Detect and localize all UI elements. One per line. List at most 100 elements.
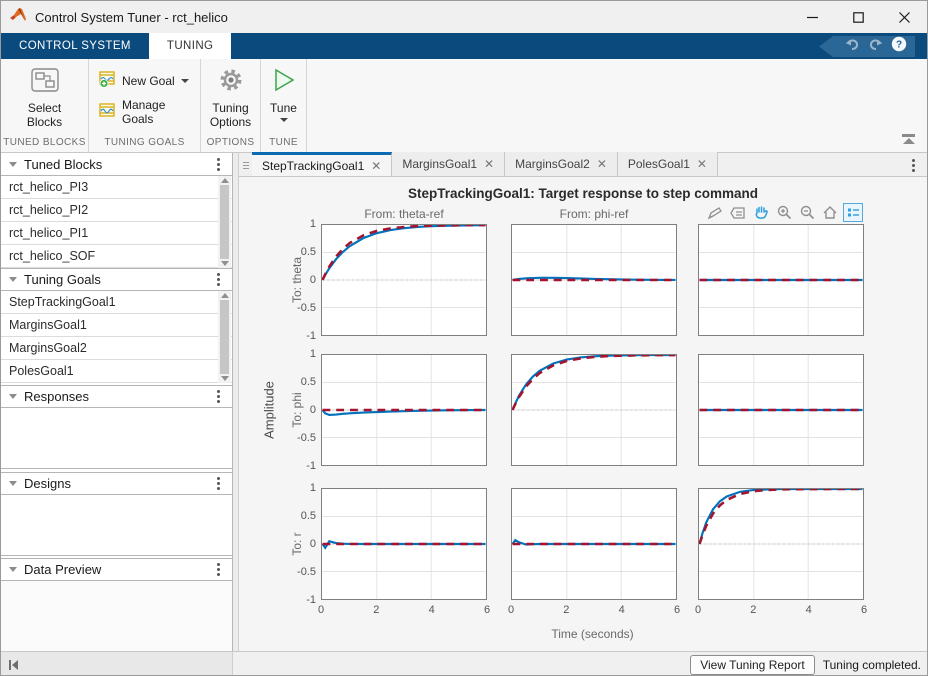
doc-tab-label: MarginsGoal1 xyxy=(402,157,477,171)
home-icon[interactable] xyxy=(820,203,840,222)
subplot-theta-from-theta-ref[interactable] xyxy=(321,224,487,336)
subplot-phi-from-r-ref[interactable] xyxy=(698,354,864,466)
subplot-phi-from-theta-ref[interactable] xyxy=(321,354,487,466)
close-tab-icon[interactable]: ✕ xyxy=(371,159,381,173)
legend-toggle-icon[interactable] xyxy=(843,203,863,222)
list-item[interactable]: rct_helico_PI3 xyxy=(1,176,232,199)
panel-menu-icon[interactable] xyxy=(213,388,224,405)
document-tab-bar: StepTrackingGoal1 ✕ MarginsGoal1 ✕ Margi… xyxy=(239,153,927,177)
undo-icon[interactable] xyxy=(845,38,860,56)
tab-control-system[interactable]: CONTROL SYSTEM xyxy=(1,33,149,59)
collapse-panel-icon xyxy=(9,394,17,399)
manage-goals-label: Manage Goals xyxy=(122,98,190,126)
panel-menu-icon[interactable] xyxy=(213,561,224,578)
panel-menu-icon[interactable] xyxy=(213,271,224,288)
panel-title-tuning-goals: Tuning Goals xyxy=(24,272,206,287)
subplot-r-from-phi-ref[interactable] xyxy=(511,488,677,600)
collapse-ribbon-icon[interactable] xyxy=(902,134,915,144)
tuning-options-label: Tuning Options xyxy=(208,101,254,130)
doc-tab-marginsgoal2[interactable]: MarginsGoal2 ✕ xyxy=(505,152,618,176)
panel-header-tuning-goals[interactable]: Tuning Goals xyxy=(1,268,232,291)
subplot-theta-from-r-ref[interactable] xyxy=(698,224,864,336)
y-axis-label: Amplitude xyxy=(262,381,277,439)
y-tick-label: 0 xyxy=(282,404,316,416)
tabbar-grip-icon[interactable] xyxy=(239,162,252,176)
chart-title: StepTrackingGoal1: Target response to st… xyxy=(239,186,927,201)
doc-tab-marginsgoal1[interactable]: MarginsGoal1 ✕ xyxy=(392,152,505,176)
panel-menu-icon[interactable] xyxy=(213,475,224,492)
close-tab-icon[interactable]: ✕ xyxy=(697,157,707,171)
subplot-r-from-theta-ref[interactable] xyxy=(321,488,487,600)
tabbar-menu-icon[interactable] xyxy=(908,157,919,174)
group-tuning-goals: New Goal Manage Goals xyxy=(89,59,201,152)
datatip-icon[interactable] xyxy=(728,203,748,222)
list-item[interactable]: MarginsGoal2 xyxy=(1,337,232,360)
list-item[interactable]: rct_helico_SOF xyxy=(1,245,232,268)
x-tick-label: 2 xyxy=(364,604,388,616)
responses-list xyxy=(1,408,232,469)
tune-dropdown-icon xyxy=(280,118,288,122)
zoom-in-icon[interactable] xyxy=(774,203,794,222)
edit-plot-icon[interactable] xyxy=(705,203,725,222)
scrollbar[interactable] xyxy=(218,291,231,383)
minimize-button[interactable] xyxy=(789,1,835,33)
list-item[interactable]: MarginsGoal1 xyxy=(1,314,232,337)
collapse-panel-icon xyxy=(9,277,17,282)
x-tick-label: 4 xyxy=(610,604,634,616)
list-item[interactable]: PolesGoal1 xyxy=(1,360,232,383)
x-tick-label: 0 xyxy=(686,604,710,616)
group-label-tuned-blocks: TUNED BLOCKS xyxy=(1,134,88,152)
panel-header-designs[interactable]: Designs xyxy=(1,472,232,495)
window-title: Control System Tuner - rct_helico xyxy=(35,10,789,25)
list-item[interactable]: rct_helico_PI1 xyxy=(1,222,232,245)
y-tick-label: -1 xyxy=(282,460,316,472)
scrollbar[interactable] xyxy=(218,176,231,268)
ribbon-toolbar: Select Blocks TUNED BLOCKS xyxy=(1,59,927,153)
doc-tab-polesgoal1[interactable]: PolesGoal1 ✕ xyxy=(618,152,718,176)
list-item[interactable]: StepTrackingGoal1 xyxy=(1,291,232,314)
doc-tab-steptrackinggoal1[interactable]: StepTrackingGoal1 ✕ xyxy=(252,152,392,176)
matlab-logo-icon xyxy=(9,7,27,28)
gear-icon xyxy=(218,67,244,98)
redo-icon[interactable] xyxy=(868,38,883,56)
panel-header-responses[interactable]: Responses xyxy=(1,385,232,408)
new-goal-dropdown-icon xyxy=(181,79,189,83)
help-icon[interactable]: ? xyxy=(891,36,907,57)
subplot-phi-from-phi-ref[interactable] xyxy=(511,354,677,466)
tuning-options-button[interactable]: Tuning Options xyxy=(198,65,264,132)
panel-menu-icon[interactable] xyxy=(213,156,224,173)
close-tab-icon[interactable]: ✕ xyxy=(597,157,607,171)
tune-button[interactable]: Tune xyxy=(260,65,307,124)
sidebar: Tuned Blocks rct_helico_PI3 rct_helico_P… xyxy=(1,153,233,651)
panel-header-tuned-blocks[interactable]: Tuned Blocks xyxy=(1,153,232,176)
pan-icon[interactable] xyxy=(751,203,771,222)
manage-goals-icon xyxy=(99,103,116,121)
group-label-tuning-goals: TUNING GOALS xyxy=(89,134,200,152)
tab-tuning[interactable]: TUNING xyxy=(149,33,231,59)
manage-goals-button[interactable]: Manage Goals xyxy=(99,98,190,126)
select-blocks-button[interactable]: Select Blocks xyxy=(10,65,80,132)
group-label-options: OPTIONS xyxy=(201,134,260,152)
x-tick-label: 2 xyxy=(554,604,578,616)
group-label-tune: TUNE xyxy=(261,134,306,152)
close-tab-icon[interactable]: ✕ xyxy=(484,157,494,171)
collapse-panel-icon xyxy=(9,162,17,167)
subplot-r-from-r-ref[interactable] xyxy=(698,488,864,600)
x-axis-label: Time (seconds) xyxy=(321,627,864,641)
y-tick-label: -0.5 xyxy=(282,302,316,314)
new-goal-label: New Goal xyxy=(122,74,175,88)
close-button[interactable] xyxy=(881,1,927,33)
select-blocks-label: Select Blocks xyxy=(20,101,70,130)
new-goal-button[interactable]: New Goal xyxy=(99,71,190,91)
x-tick-label: 0 xyxy=(309,604,333,616)
list-item[interactable]: rct_helico_PI2 xyxy=(1,199,232,222)
view-tuning-report-button[interactable]: View Tuning Report xyxy=(690,655,815,675)
subplot-theta-from-phi-ref[interactable] xyxy=(511,224,677,336)
zoom-out-icon[interactable] xyxy=(797,203,817,222)
new-goal-icon xyxy=(99,71,116,91)
collapse-sidebar-icon[interactable] xyxy=(9,660,18,670)
maximize-button[interactable] xyxy=(835,1,881,33)
panel-title-designs: Designs xyxy=(24,476,206,491)
panel-title-responses: Responses xyxy=(24,389,206,404)
panel-header-data-preview[interactable]: Data Preview xyxy=(1,558,232,581)
